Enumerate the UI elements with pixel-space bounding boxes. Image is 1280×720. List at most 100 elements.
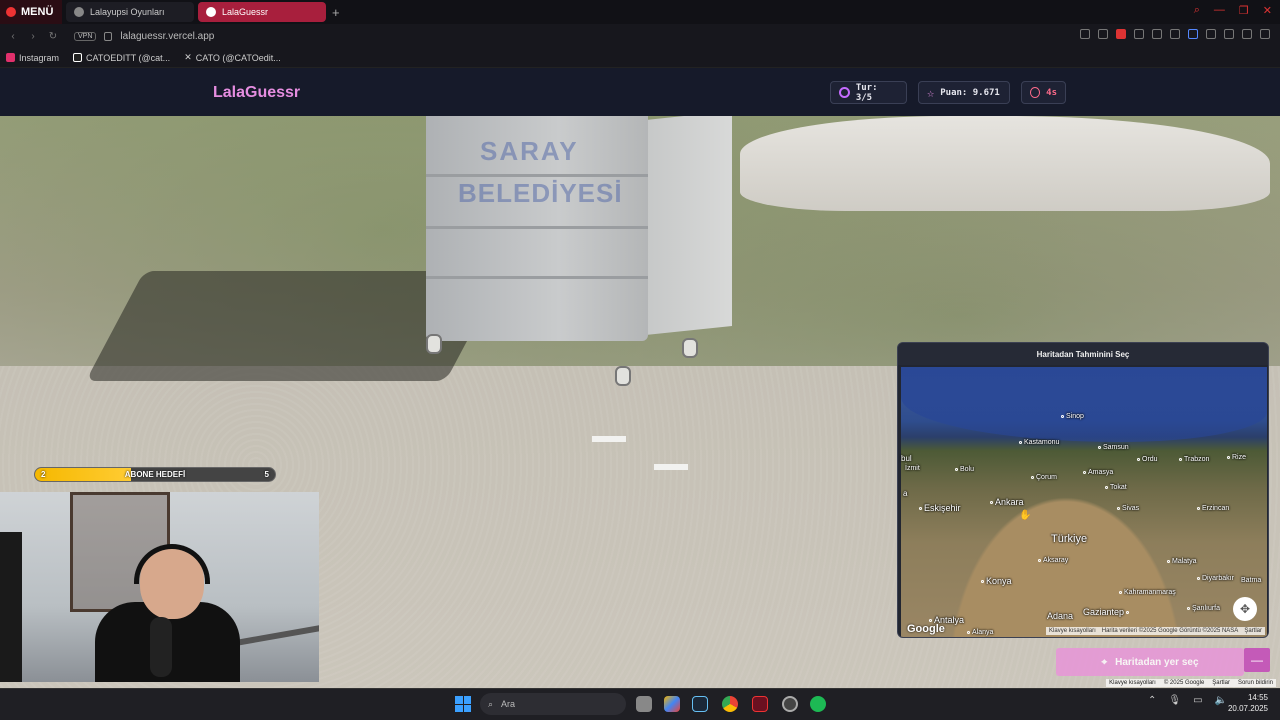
- navigation-arrow-icon[interactable]: [592, 436, 626, 442]
- obs-icon[interactable]: [782, 696, 798, 712]
- vpn-badge[interactable]: VPN: [74, 31, 97, 41]
- snapshot-icon[interactable]: [1098, 29, 1108, 39]
- bookmark-label: CATO (@CATOedit...: [195, 52, 281, 63]
- city-marker: [919, 506, 922, 510]
- keyboard-shortcuts-link[interactable]: Klavye kısayolları: [1049, 628, 1096, 634]
- report-problem-link[interactable]: Sorun bildirin: [1238, 680, 1273, 686]
- city-marker: [1126, 610, 1130, 614]
- city-label: Bolu: [960, 466, 975, 473]
- tab-lalayupsi-oyunlari[interactable]: Lalayupsi Oyunları: [66, 2, 194, 22]
- city-marker: [1197, 577, 1200, 580]
- microphone: [150, 617, 172, 677]
- map-city: Alanya: [967, 629, 993, 636]
- city-label: Adana: [1047, 611, 1074, 621]
- webcam-overlay: [0, 492, 319, 682]
- extensions-icon[interactable]: [1206, 29, 1216, 39]
- window-controls: ⌕ — ❐ ✕: [1194, 4, 1272, 17]
- play-icon[interactable]: [1152, 29, 1162, 39]
- guess-map[interactable]: Sinop Kastamonu Samsun Ordu Trabzon Rize…: [901, 367, 1267, 637]
- goal-current: 2: [41, 470, 46, 479]
- terms-link[interactable]: Şartlar: [1244, 628, 1262, 634]
- city-marker: [1167, 560, 1170, 563]
- city-marker: [1137, 458, 1140, 461]
- maximize-icon[interactable]: ❐: [1239, 4, 1249, 17]
- chrome-icon[interactable]: [722, 696, 738, 712]
- bookmark-tiktok[interactable]: CATOEDITT (@cat...: [73, 53, 170, 63]
- city-label: Batma: [1241, 577, 1262, 584]
- copilot-icon[interactable]: [664, 696, 680, 712]
- city-marker: [1227, 456, 1230, 459]
- browser-menu-button[interactable]: MENÜ: [0, 0, 62, 24]
- chevron-up-icon[interactable]: ⌃: [1148, 695, 1156, 706]
- microphone-icon[interactable]: 🎙: [1168, 695, 1181, 706]
- bookmark-icon[interactable]: [1080, 29, 1090, 39]
- display-icon[interactable]: ▭: [1193, 695, 1202, 706]
- guess-button[interactable]: ⌖ Haritadan yer seç: [1056, 648, 1244, 676]
- navigation-arrow-icon[interactable]: [654, 464, 688, 470]
- map-city: Bolu: [955, 466, 974, 473]
- reload-icon[interactable]: ↻: [46, 31, 60, 42]
- forward-icon[interactable]: ›: [26, 31, 40, 42]
- city-label: Samsun: [1103, 444, 1129, 451]
- city-label: Sivas: [1122, 505, 1140, 512]
- download-icon[interactable]: [1242, 29, 1252, 39]
- black-sea: [901, 367, 1267, 442]
- minimize-icon[interactable]: —: [1214, 4, 1225, 17]
- taskbar-clock[interactable]: 14:55 20.07.2025: [1224, 692, 1268, 714]
- city-marker: [1098, 446, 1101, 449]
- menu-icon[interactable]: [1260, 29, 1270, 39]
- guess-button-label: Haritadan yer seç: [1115, 656, 1199, 668]
- speaker-icon: [206, 7, 216, 17]
- keyboard-shortcuts-link[interactable]: Klavye kısayolları: [1109, 680, 1156, 686]
- city-label: İzmit: [905, 465, 920, 472]
- city-marker: [1119, 591, 1122, 594]
- collapse-map-button[interactable]: —: [1244, 648, 1270, 672]
- heart-icon[interactable]: [1170, 29, 1180, 39]
- map-city: Adana: [1047, 611, 1073, 621]
- container-wheel: [615, 366, 631, 386]
- bookmark-instagram[interactable]: Instagram: [6, 53, 59, 63]
- map-city: Diyarbakır: [1197, 575, 1234, 582]
- bookmarks-bar: Instagram CATOEDITT (@cat... ✕ CATO (@CA…: [0, 48, 1280, 68]
- container-band: [426, 276, 648, 279]
- bookmark-x[interactable]: ✕ CATO (@CATOedit...: [184, 52, 281, 63]
- game-header: [0, 68, 1280, 116]
- audio-icon[interactable]: [1188, 29, 1198, 39]
- city-label: Konya: [986, 576, 1012, 586]
- globe-icon: [74, 7, 84, 17]
- translate-icon[interactable]: [1134, 29, 1144, 39]
- spotify-icon[interactable]: [810, 696, 826, 712]
- round-text: Tur: 3/5: [855, 82, 878, 103]
- opera-gx-icon[interactable]: [752, 696, 768, 712]
- windows-start-icon[interactable]: [455, 696, 471, 712]
- city-marker: [1083, 471, 1086, 474]
- back-icon[interactable]: ‹: [6, 31, 20, 42]
- map-city-capital: Ankara: [990, 497, 1024, 507]
- game-brand[interactable]: LalaGuessr: [213, 84, 300, 102]
- city-label: Trabzon: [1184, 456, 1210, 463]
- steam-icon[interactable]: [692, 696, 708, 712]
- map-city: Konya: [981, 576, 1012, 586]
- map-city: Kahramanmaraş: [1119, 589, 1176, 596]
- bookmark-label: Instagram: [19, 52, 60, 63]
- task-view-icon[interactable]: [636, 696, 652, 712]
- map-city: Şanlıurfa: [1187, 605, 1220, 612]
- taskbar-search[interactable]: ⌕ Ara: [480, 693, 626, 715]
- extension-icons: [1080, 29, 1270, 39]
- clock-time: 14:55: [1247, 693, 1268, 702]
- map-city: Trabzon: [1179, 456, 1209, 463]
- new-tab-button[interactable]: +: [332, 5, 340, 20]
- puzzle-icon[interactable]: [1224, 29, 1234, 39]
- close-icon[interactable]: ✕: [1263, 4, 1272, 17]
- lock-icon[interactable]: [104, 31, 113, 41]
- map-city: Sinop: [1061, 413, 1084, 420]
- city-marker: [1179, 458, 1182, 461]
- map-city: Kastamonu: [1019, 439, 1059, 446]
- terms-link[interactable]: Şartlar: [1212, 680, 1230, 686]
- shield-icon[interactable]: [1116, 29, 1126, 39]
- recenter-icon[interactable]: ✥: [1233, 597, 1257, 621]
- search-icon[interactable]: ⌕: [1194, 4, 1200, 17]
- url-field[interactable]: lalaguessr.vercel.app: [120, 31, 214, 42]
- tab-lalaguessr[interactable]: LalaGuessr: [198, 2, 326, 22]
- map-city: bul: [901, 454, 912, 463]
